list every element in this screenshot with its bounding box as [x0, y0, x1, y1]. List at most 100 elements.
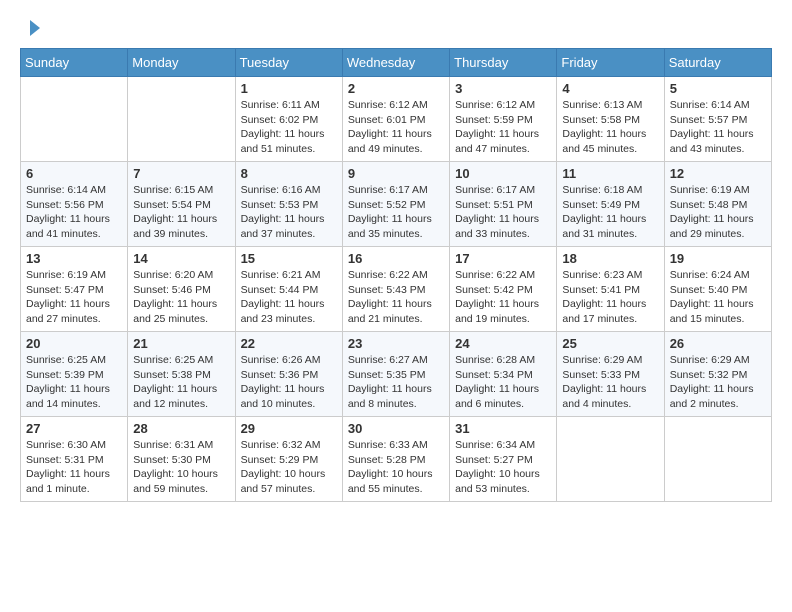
day-number: 18 [562, 251, 658, 266]
day-number: 2 [348, 81, 444, 96]
day-detail: Sunrise: 6:23 AM Sunset: 5:41 PM Dayligh… [562, 268, 658, 327]
calendar-cell [664, 417, 771, 502]
day-detail: Sunrise: 6:14 AM Sunset: 5:56 PM Dayligh… [26, 183, 122, 242]
calendar-cell: 24 Sunrise: 6:28 AM Sunset: 5:34 PM Dayli… [450, 332, 557, 417]
day-number: 28 [133, 421, 229, 436]
day-number: 14 [133, 251, 229, 266]
calendar-cell: 21Sunrise: 6:25 AM Sunset: 5:38 PM Dayli… [128, 332, 235, 417]
calendar-cell: 9 Sunrise: 6:17 AM Sunset: 5:52 PM Daylig… [342, 162, 449, 247]
day-detail: Sunrise: 6:22 AM Sunset: 5:43 PM Dayligh… [348, 268, 444, 327]
day-of-week-header: Monday [128, 49, 235, 77]
calendar-cell: 6 Sunrise: 6:14 AM Sunset: 5:56 PM Daylig… [21, 162, 128, 247]
calendar-table: SundayMondayTuesdayWednesdayThursdayFrid… [20, 48, 772, 502]
calendar-cell: 16 Sunrise: 6:22 AM Sunset: 5:43 PM Dayli… [342, 247, 449, 332]
calendar-cell: 3 Sunrise: 6:12 AM Sunset: 5:59 PM Daylig… [450, 77, 557, 162]
day-detail: Sunrise: 6:16 AM Sunset: 5:53 PM Dayligh… [241, 183, 337, 242]
day-detail: Sunrise: 6:29 AM Sunset: 5:33 PM Dayligh… [562, 353, 658, 412]
day-detail: Sunrise: 6:12 AM Sunset: 6:01 PM Dayligh… [348, 98, 444, 157]
day-number: 15 [241, 251, 337, 266]
day-number: 3 [455, 81, 551, 96]
day-detail: Sunrise: 6:28 AM Sunset: 5:34 PM Dayligh… [455, 353, 551, 412]
day-number: 20 [26, 336, 122, 351]
calendar-cell: 18 Sunrise: 6:23 AM Sunset: 5:41 PM Dayli… [557, 247, 664, 332]
calendar-cell: 17Sunrise: 6:22 AM Sunset: 5:42 PM Dayli… [450, 247, 557, 332]
calendar-cell: 13Sunrise: 6:19 AM Sunset: 5:47 PM Dayli… [21, 247, 128, 332]
calendar-cell: 19Sunrise: 6:24 AM Sunset: 5:40 PM Dayli… [664, 247, 771, 332]
calendar-cell: 23 Sunrise: 6:27 AM Sunset: 5:35 PM Dayli… [342, 332, 449, 417]
calendar-cell [557, 417, 664, 502]
day-detail: Sunrise: 6:34 AM Sunset: 5:27 PM Dayligh… [455, 438, 551, 497]
calendar-cell: 20 Sunrise: 6:25 AM Sunset: 5:39 PM Dayli… [21, 332, 128, 417]
day-number: 22 [241, 336, 337, 351]
day-of-week-header: Wednesday [342, 49, 449, 77]
day-number: 6 [26, 166, 122, 181]
calendar-cell: 8 Sunrise: 6:16 AM Sunset: 5:53 PM Daylig… [235, 162, 342, 247]
day-number: 4 [562, 81, 658, 96]
calendar-cell: 30 Sunrise: 6:33 AM Sunset: 5:28 PM Dayli… [342, 417, 449, 502]
day-detail: Sunrise: 6:33 AM Sunset: 5:28 PM Dayligh… [348, 438, 444, 497]
day-detail: Sunrise: 6:32 AM Sunset: 5:29 PM Dayligh… [241, 438, 337, 497]
day-number: 5 [670, 81, 766, 96]
calendar-week-row: 27 Sunrise: 6:30 AM Sunset: 5:31 PM Dayli… [21, 417, 772, 502]
calendar-cell: 15Sunrise: 6:21 AM Sunset: 5:44 PM Dayli… [235, 247, 342, 332]
day-of-week-header: Sunday [21, 49, 128, 77]
day-number: 7 [133, 166, 229, 181]
day-number: 9 [348, 166, 444, 181]
day-of-week-header: Thursday [450, 49, 557, 77]
calendar-cell: 12Sunrise: 6:19 AM Sunset: 5:48 PM Dayli… [664, 162, 771, 247]
calendar-cell: 26Sunrise: 6:29 AM Sunset: 5:32 PM Dayli… [664, 332, 771, 417]
calendar-cell: 10 Sunrise: 6:17 AM Sunset: 5:51 PM Dayli… [450, 162, 557, 247]
page-header [20, 20, 772, 38]
day-number: 23 [348, 336, 444, 351]
day-detail: Sunrise: 6:15 AM Sunset: 5:54 PM Dayligh… [133, 183, 229, 242]
calendar-cell: 25 Sunrise: 6:29 AM Sunset: 5:33 PM Dayli… [557, 332, 664, 417]
day-detail: Sunrise: 6:13 AM Sunset: 5:58 PM Dayligh… [562, 98, 658, 157]
day-number: 25 [562, 336, 658, 351]
day-detail: Sunrise: 6:29 AM Sunset: 5:32 PM Dayligh… [670, 353, 766, 412]
day-number: 31 [455, 421, 551, 436]
logo [20, 20, 42, 38]
calendar-cell [128, 77, 235, 162]
day-detail: Sunrise: 6:14 AM Sunset: 5:57 PM Dayligh… [670, 98, 766, 157]
day-detail: Sunrise: 6:26 AM Sunset: 5:36 PM Dayligh… [241, 353, 337, 412]
day-detail: Sunrise: 6:17 AM Sunset: 5:51 PM Dayligh… [455, 183, 551, 242]
day-number: 21 [133, 336, 229, 351]
day-detail: Sunrise: 6:27 AM Sunset: 5:35 PM Dayligh… [348, 353, 444, 412]
calendar-week-row: 13Sunrise: 6:19 AM Sunset: 5:47 PM Dayli… [21, 247, 772, 332]
day-detail: Sunrise: 6:25 AM Sunset: 5:39 PM Dayligh… [26, 353, 122, 412]
day-number: 24 [455, 336, 551, 351]
calendar-cell: 2 Sunrise: 6:12 AM Sunset: 6:01 PM Daylig… [342, 77, 449, 162]
day-detail: Sunrise: 6:24 AM Sunset: 5:40 PM Dayligh… [670, 268, 766, 327]
day-number: 8 [241, 166, 337, 181]
day-of-week-header: Friday [557, 49, 664, 77]
logo-icon [22, 18, 42, 38]
calendar-cell: 29 Sunrise: 6:32 AM Sunset: 5:29 PM Dayli… [235, 417, 342, 502]
day-number: 1 [241, 81, 337, 96]
calendar-cell: 5 Sunrise: 6:14 AM Sunset: 5:57 PM Daylig… [664, 77, 771, 162]
day-of-week-header: Tuesday [235, 49, 342, 77]
day-number: 16 [348, 251, 444, 266]
calendar-week-row: 20 Sunrise: 6:25 AM Sunset: 5:39 PM Dayli… [21, 332, 772, 417]
day-number: 10 [455, 166, 551, 181]
calendar-cell: 7 Sunrise: 6:15 AM Sunset: 5:54 PM Daylig… [128, 162, 235, 247]
calendar-week-row: 6 Sunrise: 6:14 AM Sunset: 5:56 PM Daylig… [21, 162, 772, 247]
day-detail: Sunrise: 6:22 AM Sunset: 5:42 PM Dayligh… [455, 268, 551, 327]
day-detail: Sunrise: 6:20 AM Sunset: 5:46 PM Dayligh… [133, 268, 229, 327]
calendar-header-row: SundayMondayTuesdayWednesdayThursdayFrid… [21, 49, 772, 77]
day-detail: Sunrise: 6:19 AM Sunset: 5:47 PM Dayligh… [26, 268, 122, 327]
day-number: 27 [26, 421, 122, 436]
day-detail: Sunrise: 6:17 AM Sunset: 5:52 PM Dayligh… [348, 183, 444, 242]
day-number: 30 [348, 421, 444, 436]
day-detail: Sunrise: 6:19 AM Sunset: 5:48 PM Dayligh… [670, 183, 766, 242]
calendar-week-row: 1 Sunrise: 6:11 AM Sunset: 6:02 PM Daylig… [21, 77, 772, 162]
calendar-cell: 27 Sunrise: 6:30 AM Sunset: 5:31 PM Dayli… [21, 417, 128, 502]
day-detail: Sunrise: 6:11 AM Sunset: 6:02 PM Dayligh… [241, 98, 337, 157]
calendar-cell [21, 77, 128, 162]
calendar-cell: 14 Sunrise: 6:20 AM Sunset: 5:46 PM Dayli… [128, 247, 235, 332]
day-number: 11 [562, 166, 658, 181]
day-detail: Sunrise: 6:30 AM Sunset: 5:31 PM Dayligh… [26, 438, 122, 497]
day-detail: Sunrise: 6:18 AM Sunset: 5:49 PM Dayligh… [562, 183, 658, 242]
day-number: 29 [241, 421, 337, 436]
calendar-cell: 11 Sunrise: 6:18 AM Sunset: 5:49 PM Dayli… [557, 162, 664, 247]
day-detail: Sunrise: 6:12 AM Sunset: 5:59 PM Dayligh… [455, 98, 551, 157]
